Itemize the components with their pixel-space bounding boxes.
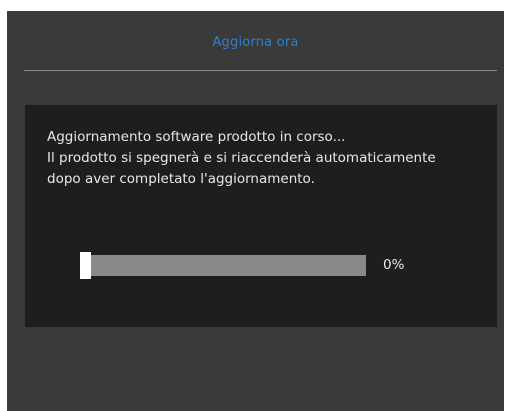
title-divider	[24, 70, 497, 71]
update-status-panel: Aggiornamento software prodotto in corso…	[25, 105, 497, 327]
dialog-title: Aggiorna ora	[212, 35, 299, 50]
progress-percent-label: 0%	[383, 257, 405, 273]
message-line-1: Aggiornamento software prodotto in corso…	[47, 129, 346, 145]
progress-indicator	[80, 252, 91, 279]
message-line-3: dopo aver completato l'aggiornamento.	[47, 171, 315, 187]
message-line-2: Il prodotto si spegnerà e si riaccenderà…	[47, 150, 436, 166]
update-now-dialog: Aggiorna ora Aggiornamento software prod…	[7, 11, 504, 411]
update-message: Aggiornamento software prodotto in corso…	[47, 127, 487, 190]
update-progress-bar	[80, 252, 366, 279]
